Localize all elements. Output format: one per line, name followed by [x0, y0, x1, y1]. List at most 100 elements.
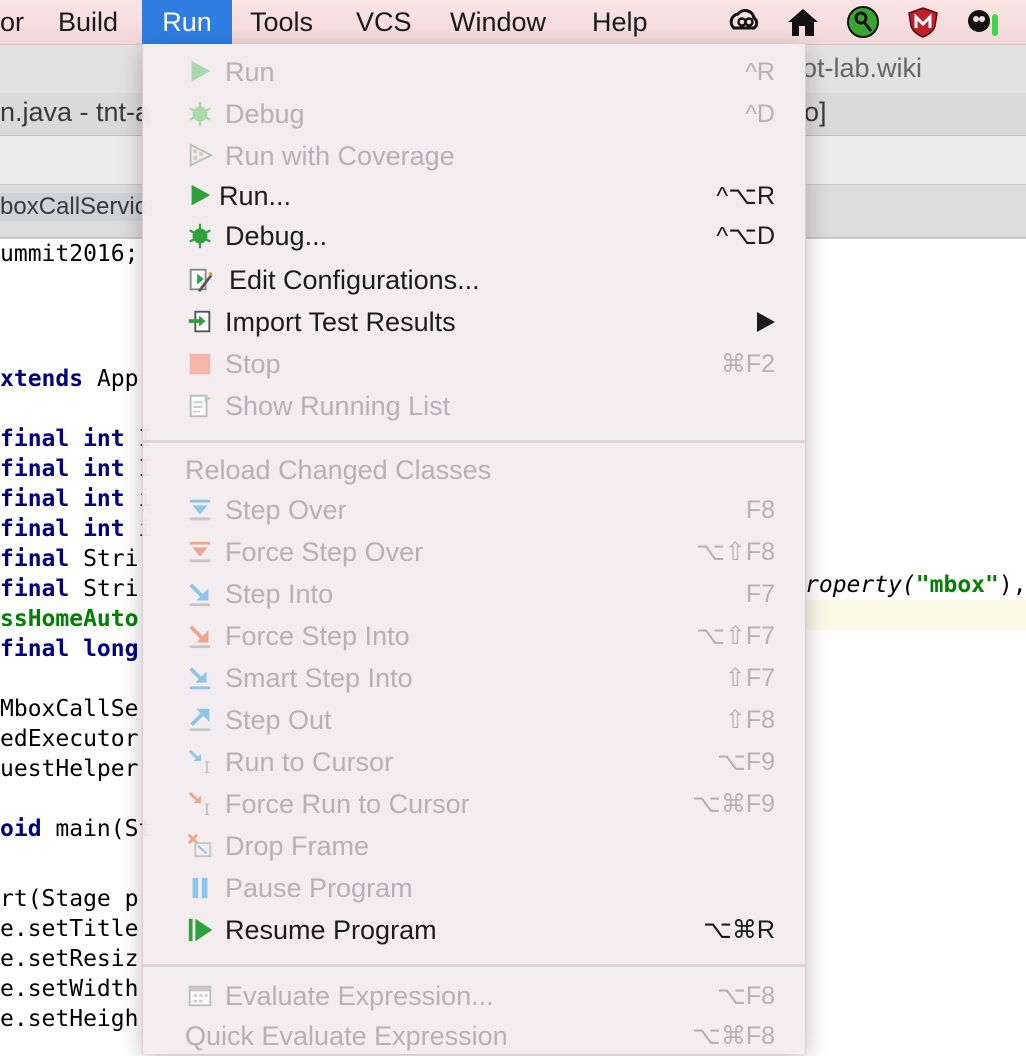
code-line: final int I: [0, 454, 152, 484]
creative-cloud-icon[interactable]: [728, 6, 762, 38]
code-property-fragment: roperty("mbox"),: [805, 570, 1026, 600]
menu-help[interactable]: Help: [592, 0, 648, 44]
code-token: xtends: [0, 366, 84, 392]
menu-item-step-out[interactable]: Step Out ⇧F8: [143, 700, 805, 740]
force-step-into-icon: [185, 622, 215, 650]
code-line: e.setWidth: [0, 974, 138, 1004]
code-line: e.setResiz: [0, 944, 138, 974]
menu-item-step-over[interactable]: Step Over F8: [143, 490, 805, 530]
menu-item-shortcut: F8: [745, 496, 775, 524]
menu-item-resume-program[interactable]: Resume Program ⌥⌘R: [143, 910, 805, 950]
force-step-over-icon: [185, 538, 215, 566]
menu-window[interactable]: Window: [450, 0, 546, 44]
menu-item-quick-evaluate-expression[interactable]: Quick Evaluate Expression ⌥⌘F8: [143, 1016, 805, 1056]
menu-item-step-into[interactable]: Step Into F7: [143, 574, 805, 614]
menu-item-debug[interactable]: Debug... ^⌥D: [143, 216, 805, 256]
menu-item-reload-changed-classes[interactable]: Reload Changed Classes: [143, 450, 805, 490]
menu-item-evaluate-expression[interactable]: Evaluate Expression... ⌥F8: [143, 976, 805, 1016]
menu-item-label: Step Into: [225, 579, 334, 609]
menu-item-shortcut: ^D: [745, 100, 775, 128]
menu-item-force-step-over[interactable]: Force Step Over ⌥⇧F8: [143, 532, 805, 572]
menu-item-shortcut: ^⌥D: [716, 222, 775, 250]
code-line: final int I: [0, 424, 152, 454]
code-token: ummit2016;: [0, 241, 139, 267]
window-title-right: o]: [804, 97, 827, 127]
code-token: oid: [0, 816, 42, 842]
menu-item-shortcut: ⇧F8: [724, 706, 775, 734]
menu-separator: [143, 964, 805, 967]
mcafee-shield-icon[interactable]: [906, 6, 940, 38]
menu-item-shortcut: ⌥⇧F8: [696, 538, 775, 566]
menu-item-force-step-into[interactable]: Force Step Into ⌥⇧F7: [143, 616, 805, 656]
smart-step-into-icon: [185, 664, 215, 692]
menu-item-label: Run: [225, 57, 275, 87]
code-token: MboxCallSe: [0, 696, 139, 722]
menu-item-shortcut: ⌥⌘F8: [692, 1022, 775, 1050]
menubar: or Build Run Tools VCS Window Help: [0, 0, 1026, 45]
code-token: e.setResiz: [0, 946, 139, 972]
code-line: e.setTitle: [0, 914, 138, 944]
menu-run[interactable]: Run: [142, 0, 232, 44]
menu-item-shortcut: ⌘F2: [720, 350, 775, 378]
menu-item-stop[interactable]: Stop ⌘F2: [143, 344, 805, 384]
menu-editor[interactable]: or: [0, 0, 24, 44]
svg-text:I: I: [204, 758, 210, 776]
code-token: edExecutor: [0, 726, 139, 752]
code-token: uestHelper: [0, 756, 139, 782]
menu-item-run-to-cursor[interactable]: I Run to Cursor ⌥F9: [143, 742, 805, 782]
menu-item-label: Reload Changed Classes: [185, 455, 492, 485]
menu-item-shortcut: ⌥⇧F7: [696, 622, 775, 650]
code-line: MboxCallSe: [0, 694, 138, 724]
menu-item-label: Run to Cursor: [225, 747, 394, 777]
menu-item-label: Force Run to Cursor: [225, 789, 470, 819]
menu-item-label: Run...: [219, 181, 292, 211]
run-menu-dropdown: Run ^R Debug ^D Run with Coverage Run... ^⌥R De…: [142, 44, 806, 1054]
step-into-icon: [185, 580, 215, 608]
keychain-icon[interactable]: [846, 6, 880, 38]
home-icon[interactable]: [786, 6, 820, 38]
code-token: Stri: [69, 546, 139, 572]
code-token: final int: [0, 456, 125, 482]
window-title-left: n.java - tnt-a: [0, 97, 151, 127]
menu-item-label: Run with Coverage: [225, 141, 455, 171]
code-line: e.setHeigh: [0, 1004, 138, 1034]
menu-item-pause-program[interactable]: Pause Program: [143, 868, 805, 908]
run-to-cursor-icon: I: [185, 748, 215, 777]
menu-separator: [143, 440, 805, 443]
edit-configurations-icon: [185, 266, 215, 294]
stop-icon: [185, 350, 215, 378]
menu-item-run[interactable]: Run... ^⌥R: [143, 176, 805, 216]
menu-item-shortcut: ⌥F8: [717, 982, 775, 1010]
code-token: final int: [0, 486, 125, 512]
menu-item-run[interactable]: Run ^R: [143, 52, 805, 92]
status-robot-icon[interactable]: [966, 6, 1000, 38]
submenu-arrow-icon: [757, 312, 775, 332]
coverage-icon: [185, 142, 215, 170]
menu-item-label: Force Step Into: [225, 621, 410, 651]
menu-item-force-run-to-cursor[interactable]: I Force Run to Cursor ⌥⌘F9: [143, 784, 805, 824]
code-line: oid main(St: [0, 814, 152, 844]
menu-item-debug[interactable]: Debug ^D: [143, 94, 805, 134]
project-tab[interactable]: ot-lab.wiki: [802, 53, 922, 84]
menu-item-show-running-list[interactable]: Show Running List: [143, 386, 805, 426]
code-token: e.setWidth: [0, 976, 139, 1002]
menu-build[interactable]: Build: [58, 0, 118, 44]
menu-item-edit-configurations[interactable]: Edit Configurations...: [143, 260, 805, 300]
menu-item-label: Debug...: [225, 221, 328, 251]
menu-item-import-test-results[interactable]: Import Test Results: [143, 302, 805, 342]
drop-frame-icon: [185, 832, 215, 860]
code-line: final int i: [0, 514, 152, 544]
code-line: uestHelper: [0, 754, 138, 784]
pause-icon: [185, 874, 215, 902]
code-line: final Stri: [0, 544, 139, 574]
menu-item-run-with-coverage[interactable]: Run with Coverage: [143, 136, 805, 176]
menu-item-smart-step-into[interactable]: Smart Step Into ⇧F7: [143, 658, 805, 698]
menu-tools[interactable]: Tools: [250, 0, 313, 44]
editor-tab[interactable]: boxCallServic: [0, 193, 151, 221]
code-token: App: [83, 366, 139, 392]
menu-vcs[interactable]: VCS: [356, 0, 412, 44]
code-line: final long: [0, 634, 138, 664]
menu-item-label: Step Over: [225, 495, 347, 525]
code-line: ssHomeAuto: [0, 604, 138, 634]
menu-item-drop-frame[interactable]: Drop Frame: [143, 826, 805, 866]
